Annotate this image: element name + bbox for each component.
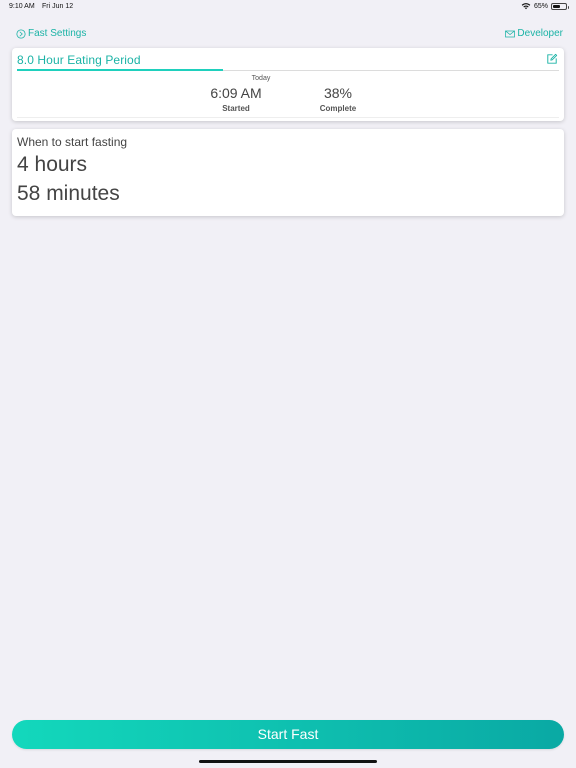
status-indicators: 65% <box>521 2 569 10</box>
period-title: 8.0 Hour Eating Period <box>17 53 141 67</box>
eating-progress-bar <box>17 69 559 71</box>
when-label: When to start fasting <box>17 135 128 149</box>
developer-button[interactable]: Developer <box>505 28 563 39</box>
started-label: Started <box>222 104 250 113</box>
when-to-fast-card: When to start fasting 4 hours 58 minutes <box>12 129 564 216</box>
eating-progress-fill <box>17 69 223 71</box>
start-fast-button[interactable]: Start Fast <box>12 720 564 749</box>
envelope-icon <box>505 30 516 37</box>
complete-label: Complete <box>319 104 357 113</box>
battery-fill <box>553 4 561 8</box>
edit-icon[interactable] <box>546 53 558 65</box>
complete-percent: 38% <box>323 85 353 101</box>
status-date: Fri Jun 12 <box>42 3 74 10</box>
status-bar: 9:10 AM Fri Jun 12 65% <box>0 0 576 14</box>
started-time: 6:09 AM <box>210 85 262 101</box>
wifi-icon <box>521 3 531 10</box>
developer-label: Developer <box>517 28 563 39</box>
fast-settings-button[interactable]: Fast Settings <box>16 28 86 39</box>
card-divider <box>17 117 559 118</box>
eating-period-card[interactable]: 8.0 Hour Eating Period Today 6:09 AM Sta… <box>12 48 564 121</box>
today-label: Today <box>251 75 271 82</box>
status-time: 9:10 AM <box>9 3 35 10</box>
battery-icon <box>551 2 569 10</box>
countdown-minutes: 58 minutes <box>17 182 120 205</box>
nav-bar: Fast Settings Developer <box>0 26 576 42</box>
countdown-hours: 4 hours <box>17 153 88 176</box>
battery-percent: 65% <box>533 2 548 10</box>
clock-arrow-icon <box>16 28 26 39</box>
fast-settings-label: Fast Settings <box>28 28 87 39</box>
home-indicator <box>199 760 377 763</box>
